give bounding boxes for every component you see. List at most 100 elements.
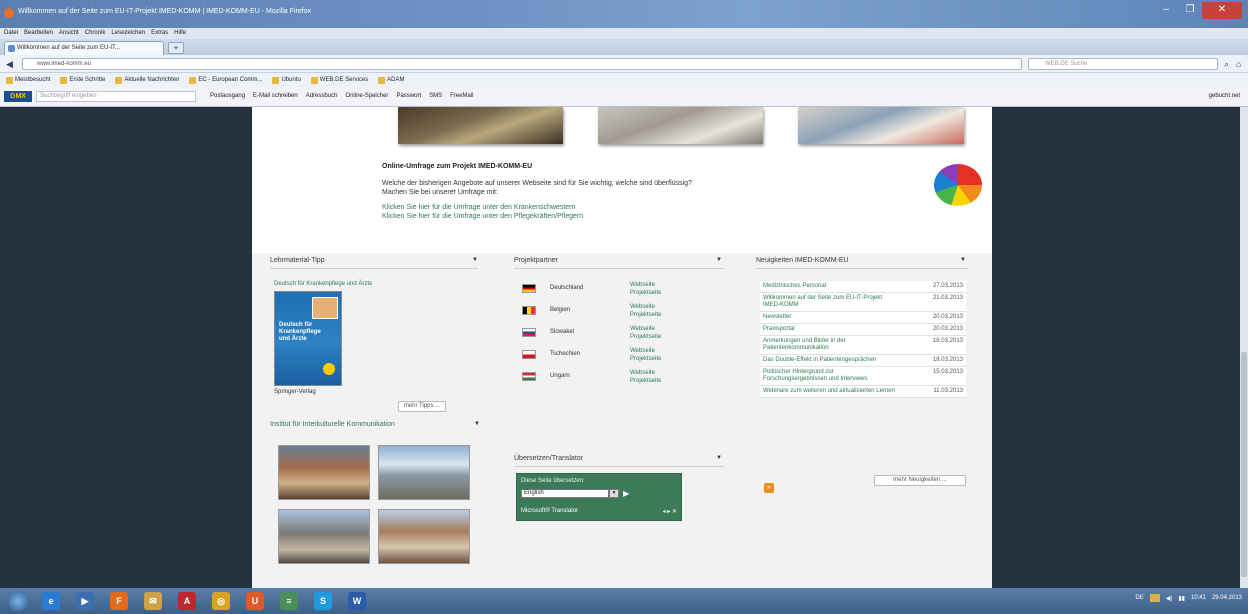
partner-website-link[interactable]: Webseite <box>630 303 661 311</box>
chrome-icon[interactable]: ◎ <box>212 592 230 610</box>
partner-website-link[interactable]: Webseite <box>630 369 661 377</box>
institute-photo[interactable] <box>278 509 370 564</box>
news-title-link[interactable]: Newsletter <box>760 311 900 324</box>
partner-project-link[interactable]: Projektseite <box>630 289 661 297</box>
news-title-link[interactable]: Anmerkungen und Bilder in der Patientenk… <box>760 335 900 355</box>
partner-row: Deutschland Webseite Projektseite <box>514 281 724 303</box>
clock-time[interactable]: 10:41 <box>1191 595 1206 601</box>
skype-icon[interactable]: S <box>314 592 332 610</box>
bookmark-item[interactable]: Ubuntu <box>272 76 301 84</box>
notes-icon[interactable]: ≡ <box>280 592 298 610</box>
scrollbar-thumb[interactable] <box>1241 352 1247 577</box>
rss-icon[interactable]: » <box>764 483 774 493</box>
book-title-link[interactable]: Deutsch für Krankenpflege und Ärzte <box>274 281 372 287</box>
maximize-button[interactable]: ❐ <box>1178 2 1202 19</box>
addon-tool[interactable]: SMS <box>429 91 442 102</box>
start-button[interactable] <box>8 591 28 611</box>
tray-language[interactable]: DE <box>1135 595 1143 601</box>
new-tab-button[interactable]: + <box>168 42 184 54</box>
translator-heading: Übersetzen/Translator <box>514 455 583 462</box>
news-title-link[interactable]: Praxisportal <box>760 323 900 336</box>
volume-icon[interactable]: ◀) <box>1166 595 1173 602</box>
mail-icon[interactable]: ✉ <box>144 592 162 610</box>
bookmark-item[interactable]: EC - European Comm... <box>189 76 262 84</box>
tab-active[interactable]: Willkommen auf der Seite zum EU-IT... <box>4 41 164 55</box>
more-news-button[interactable]: mehr Neuigkeiten ... <box>874 475 966 486</box>
news-title-link[interactable]: Webinare zum weiteren und aktualisierten… <box>760 385 900 398</box>
institute-photo[interactable] <box>378 509 470 564</box>
firefox-icon[interactable]: F <box>110 592 128 610</box>
addon-tool[interactable]: Adressbuch <box>306 91 338 102</box>
divider <box>514 466 724 467</box>
addon-tool[interactable]: Postausgang <box>210 91 245 102</box>
partner-website-link[interactable]: Webseite <box>630 325 661 333</box>
institute-photo[interactable] <box>378 445 470 500</box>
chevron-down-icon[interactable]: ▼ <box>609 489 619 498</box>
dropdown-arrow-icon[interactable]: ▼ <box>474 421 480 427</box>
addon-search-input[interactable]: Suchbegriff eingeben <box>36 91 196 102</box>
addon-tool[interactable]: Passwort <box>396 91 421 102</box>
partner-project-link[interactable]: Projektseite <box>630 377 661 385</box>
translate-go-icon[interactable]: ▶ <box>623 489 633 498</box>
bookmark-item[interactable]: Erste Schritte <box>60 76 105 84</box>
addon-tools: Postausgang E-Mail schreiben Adressbuch … <box>210 91 473 102</box>
dropdown-arrow-icon[interactable]: ▼ <box>472 257 478 263</box>
search-icon[interactable]: ⌕ <box>1224 58 1234 70</box>
menu-tools[interactable]: Extras <box>151 28 168 39</box>
news-title-link[interactable]: Das Double-Effekt in Patientengesprächen <box>760 354 900 367</box>
menu-bookmarks[interactable]: Lesezeichen <box>111 28 145 39</box>
news-title-link[interactable]: Willkommen auf der Seite zum EU-IT-Proje… <box>760 292 900 312</box>
menu-help[interactable]: Hilfe <box>174 28 186 39</box>
partner-website-link[interactable]: Webseite <box>630 281 661 289</box>
bookmark-item[interactable]: ADAM <box>378 76 404 84</box>
dropdown-arrow-icon[interactable]: ▼ <box>960 257 966 263</box>
search-input[interactable]: WEB.DE Suche <box>1028 58 1218 70</box>
network-icon[interactable]: ▮▮ <box>1178 595 1185 602</box>
dropdown-arrow-icon[interactable]: ▼ <box>716 257 722 263</box>
partner-project-link[interactable]: Projektseite <box>630 355 661 363</box>
news-title-link[interactable]: Politischer Hintergrund zur Forschungser… <box>760 366 900 386</box>
survey-link-nurses[interactable]: Klicken Sie hier für die Umfrage unter d… <box>382 203 842 212</box>
media-icon[interactable]: ▶ <box>76 592 94 610</box>
acrobat-icon[interactable]: A <box>178 592 196 610</box>
ubuntu-icon[interactable]: U <box>246 592 264 610</box>
bookmark-item[interactable]: WEB.DE Services <box>310 76 368 84</box>
minimize-button[interactable]: – <box>1154 2 1178 19</box>
bookmark-item[interactable]: Meistbesucht <box>6 76 50 84</box>
more-tips-button[interactable]: mehr Tipps ... <box>398 401 446 412</box>
institute-heading[interactable]: Institut für Interkulturelle Kommunikati… <box>270 421 395 428</box>
survey-section: Online-Umfrage zum Projekt IMED-KOMM-EU … <box>382 163 842 221</box>
addon-account[interactable]: gebucht.net <box>1209 91 1240 102</box>
translator-label: Diese Seite übersetzen: <box>521 478 585 484</box>
back-arrow-icon[interactable]: ◀ <box>6 58 18 70</box>
menu-edit[interactable]: Bearbeiten <box>24 28 53 39</box>
home-icon[interactable]: ⌂ <box>1236 58 1246 70</box>
clock-date[interactable]: 29.04.2013 <box>1212 595 1242 601</box>
url-input[interactable]: www.imed-komm.eu <box>22 58 1022 70</box>
language-select[interactable]: English <box>521 489 609 498</box>
gmx-logo[interactable]: GMX <box>4 91 32 102</box>
survey-link-carers[interactable]: Klicken Sie hier für die Umfrage unter d… <box>382 212 842 221</box>
news-date: 18.03.2013 <box>900 354 966 367</box>
partner-project-link[interactable]: Projektseite <box>630 333 661 341</box>
menu-history[interactable]: Chronik <box>85 28 106 39</box>
tray-flag-icon[interactable] <box>1149 594 1160 602</box>
institute-photo[interactable] <box>278 445 370 500</box>
translator-controls[interactable]: ◂ ▸ ✕ <box>663 508 677 515</box>
explorer-icon[interactable]: e <box>42 592 60 610</box>
news-row: Das Double-Effekt in Patientengesprächen… <box>760 354 966 367</box>
book-cover[interactable]: Deutsch für Krankenpflege und Ärzte <box>274 291 342 386</box>
news-title-link[interactable]: Medizinisches Personal <box>760 281 900 293</box>
word-icon[interactable]: W <box>348 592 366 610</box>
addon-tool[interactable]: Online-Speicher <box>345 91 388 102</box>
addon-tool[interactable]: FreeMail <box>450 91 473 102</box>
dropdown-arrow-icon[interactable]: ▼ <box>716 455 722 461</box>
menu-view[interactable]: Ansicht <box>59 28 79 39</box>
page-scrollbar[interactable] <box>1240 107 1248 588</box>
menu-file[interactable]: Datei <box>4 28 18 39</box>
bookmark-item[interactable]: Aktuelle Nachrichten <box>115 76 179 84</box>
partner-website-link[interactable]: Webseite <box>630 347 661 355</box>
close-button[interactable]: ✕ <box>1202 2 1242 19</box>
addon-tool[interactable]: E-Mail schreiben <box>253 91 298 102</box>
partner-project-link[interactable]: Projektseite <box>630 311 661 319</box>
